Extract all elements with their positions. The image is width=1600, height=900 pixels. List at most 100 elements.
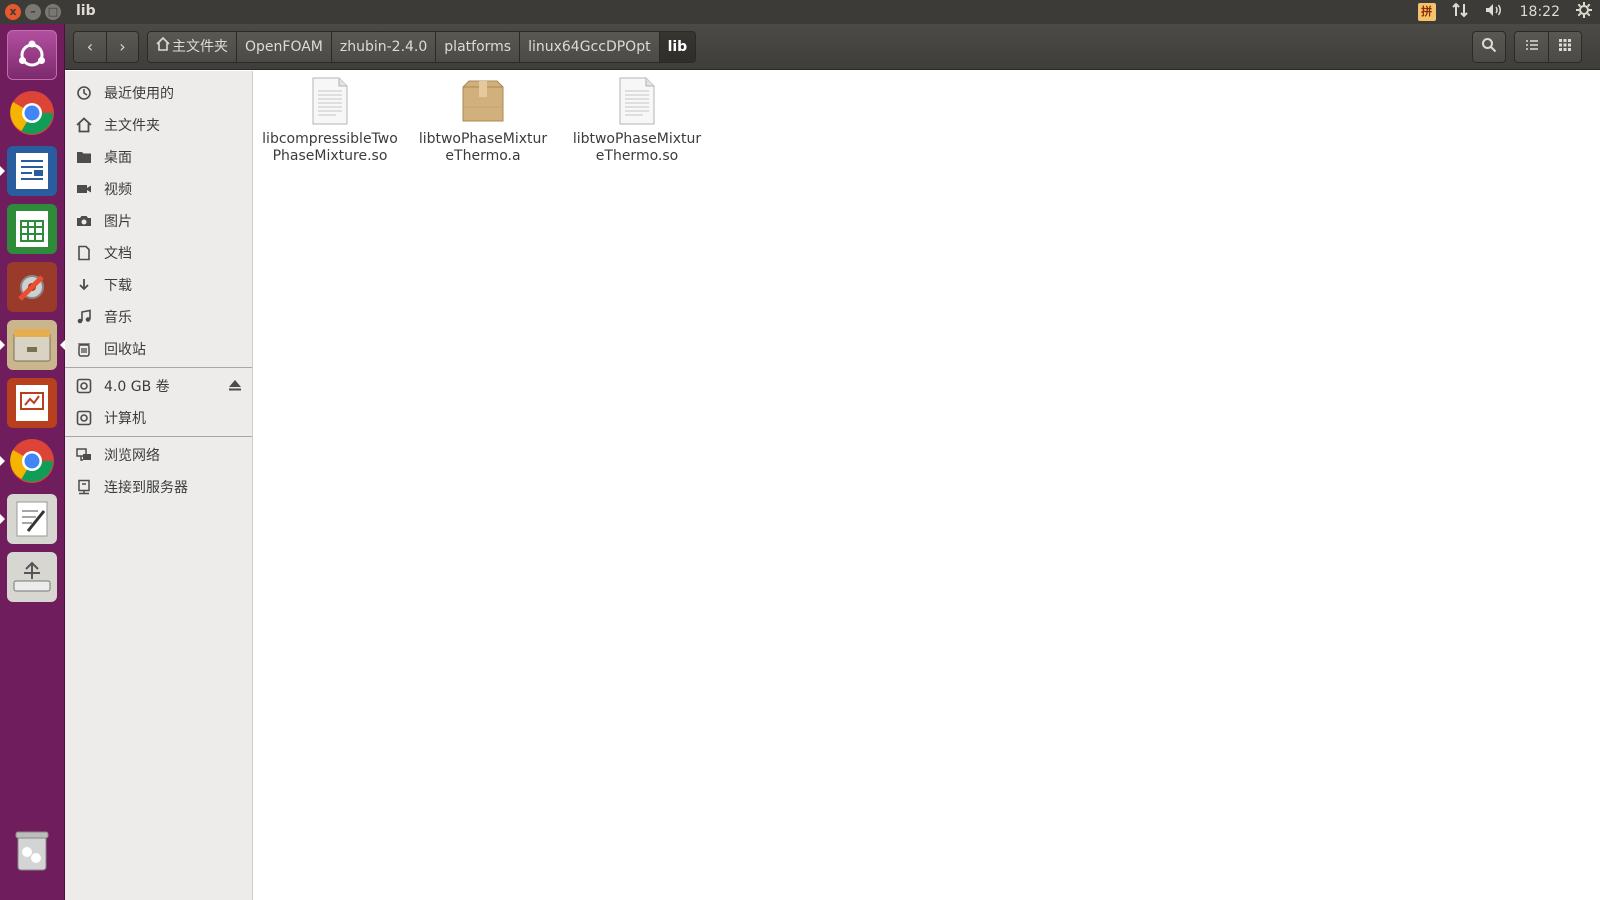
chrome-launcher-icon[interactable]: [7, 88, 57, 138]
nav-buttons: ‹ ›: [73, 31, 139, 63]
sidebar-item-downloads[interactable]: 下载: [65, 269, 252, 301]
sidebar-item-documents[interactable]: 文档: [65, 237, 252, 269]
sidebar-item-label: 音乐: [104, 310, 132, 326]
text-document-icon: [312, 77, 348, 125]
ubuntu-dash-icon[interactable]: [7, 30, 57, 80]
sidebar-item-home[interactable]: 主文件夹: [65, 109, 252, 141]
breadcrumb-zhubin[interactable]: zhubin-2.4.0: [330, 32, 436, 62]
chrome-launcher-icon-2[interactable]: [0, 436, 57, 486]
eject-icon[interactable]: [228, 378, 242, 396]
camera-icon: [75, 212, 93, 230]
files-launcher-icon[interactable]: [0, 320, 65, 370]
server-icon: [75, 478, 93, 496]
file-name-line: eThermo.so: [595, 148, 679, 164]
file-name-line: libtwoPhaseMixtur: [418, 131, 548, 147]
breadcrumb-linux64[interactable]: linux64GccDPOpt: [519, 32, 659, 62]
sidebar-item-pictures[interactable]: 图片: [65, 205, 252, 237]
sidebar-divider: [65, 436, 252, 437]
sidebar-item-label: 计算机: [104, 411, 146, 427]
recent-icon: [75, 84, 93, 102]
sidebar: 最近使用的 主文件夹 桌面 视频 图片 文档 下载 音乐 回收站 4.0 GB …: [65, 71, 253, 900]
home-icon: [75, 116, 93, 134]
window-controls: x – □: [5, 4, 61, 20]
video-icon: [75, 180, 93, 198]
grid-icon: [1558, 38, 1572, 56]
package-icon: [462, 80, 504, 122]
volume-indicator-icon[interactable]: [1484, 2, 1504, 22]
breadcrumb-lib[interactable]: lib: [658, 32, 696, 62]
network-indicator-icon[interactable]: [1451, 2, 1468, 22]
breadcrumb-label: 主文件夹: [172, 39, 228, 55]
breadcrumb-home[interactable]: 主文件夹: [148, 32, 236, 62]
file-item[interactable]: libcompressibleTwo PhaseMixture.so: [255, 77, 405, 165]
file-name-line: libtwoPhaseMixtur: [572, 131, 702, 147]
file-item[interactable]: libtwoPhaseMixtur eThermo.a: [408, 77, 558, 165]
list-icon: [1525, 38, 1539, 56]
system-settings-launcher-icon[interactable]: [7, 262, 57, 312]
file-name-line: libcompressibleTwo: [262, 131, 398, 147]
breadcrumb-platforms[interactable]: platforms: [435, 32, 520, 62]
file-name-line: eThermo.a: [445, 148, 521, 164]
forward-button[interactable]: ›: [106, 32, 138, 62]
sidebar-item-trash[interactable]: 回收站: [65, 333, 252, 365]
impress-launcher-icon[interactable]: [7, 378, 57, 428]
sidebar-item-label: 回收站: [104, 342, 146, 358]
download-icon: [75, 276, 93, 294]
sidebar-item-label: 最近使用的: [104, 86, 174, 102]
usb-drive-launcher-icon[interactable]: [7, 552, 57, 602]
window-title: lib: [76, 3, 96, 19]
launcher: [0, 24, 65, 900]
search-button[interactable]: [1472, 31, 1506, 63]
input-method-icon[interactable]: 拼: [1417, 3, 1436, 21]
writer-launcher-icon[interactable]: [0, 146, 57, 196]
sidebar-item-videos[interactable]: 视频: [65, 173, 252, 205]
maximize-button[interactable]: □: [45, 4, 61, 20]
view-switcher: [1514, 31, 1582, 63]
top-panel: x – □ lib 拼 18:22: [0, 0, 1600, 24]
gear-icon[interactable]: [1576, 2, 1592, 22]
file-name-line: PhaseMixture.so: [272, 148, 388, 164]
sidebar-item-label: 视频: [104, 182, 132, 198]
drive-icon: [75, 377, 93, 395]
sidebar-item-connect-server[interactable]: 连接到服务器: [65, 471, 252, 503]
network-icon: [75, 446, 93, 464]
toolbar-right: [1472, 31, 1582, 63]
close-button[interactable]: x: [5, 4, 21, 20]
sidebar-item-label: 4.0 GB 卷: [104, 379, 170, 395]
sidebar-item-label: 浏览网络: [104, 448, 160, 464]
minimize-button[interactable]: –: [25, 4, 41, 20]
music-icon: [75, 308, 93, 326]
home-icon: [156, 32, 170, 62]
trash-launcher-icon[interactable]: [7, 826, 57, 876]
sidebar-item-computer[interactable]: 计算机: [65, 402, 252, 434]
sidebar-item-recent[interactable]: 最近使用的: [65, 77, 252, 109]
document-icon: [75, 244, 93, 262]
drive-icon: [75, 409, 93, 427]
list-view-button[interactable]: [1515, 32, 1548, 62]
sidebar-item-browse-network[interactable]: 浏览网络: [65, 439, 252, 471]
breadcrumb-openfoam[interactable]: OpenFOAM: [236, 32, 331, 62]
trash-icon: [75, 340, 93, 358]
file-view[interactable]: libcompressibleTwo PhaseMixture.so libtw…: [254, 71, 1600, 900]
indicator-area: 拼 18:22: [1417, 0, 1592, 24]
sidebar-item-label: 图片: [104, 214, 132, 230]
sidebar-item-desktop[interactable]: 桌面: [65, 141, 252, 173]
sidebar-divider: [65, 367, 252, 368]
text-editor-launcher-icon[interactable]: [0, 494, 57, 544]
sidebar-item-label: 主文件夹: [104, 118, 160, 134]
desktop-folder-icon: [75, 148, 93, 166]
sidebar-item-music[interactable]: 音乐: [65, 301, 252, 333]
sidebar-item-label: 文档: [104, 246, 132, 262]
breadcrumb: 主文件夹 OpenFOAM zhubin-2.4.0 platforms lin…: [147, 31, 697, 63]
sidebar-item-label: 桌面: [104, 150, 132, 166]
sidebar-item-volume[interactable]: 4.0 GB 卷: [65, 370, 252, 402]
text-document-icon: [619, 77, 655, 125]
grid-view-button[interactable]: [1548, 32, 1581, 62]
back-button[interactable]: ‹: [74, 32, 106, 62]
search-icon: [1481, 37, 1497, 57]
file-item[interactable]: libtwoPhaseMixtur eThermo.so: [562, 77, 712, 165]
calc-launcher-icon[interactable]: [7, 204, 57, 254]
sidebar-item-label: 下载: [104, 278, 132, 294]
clock[interactable]: 18:22: [1520, 4, 1560, 20]
toolbar: ‹ › 主文件夹 OpenFOAM zhubin-2.4.0 platforms…: [65, 24, 1600, 70]
